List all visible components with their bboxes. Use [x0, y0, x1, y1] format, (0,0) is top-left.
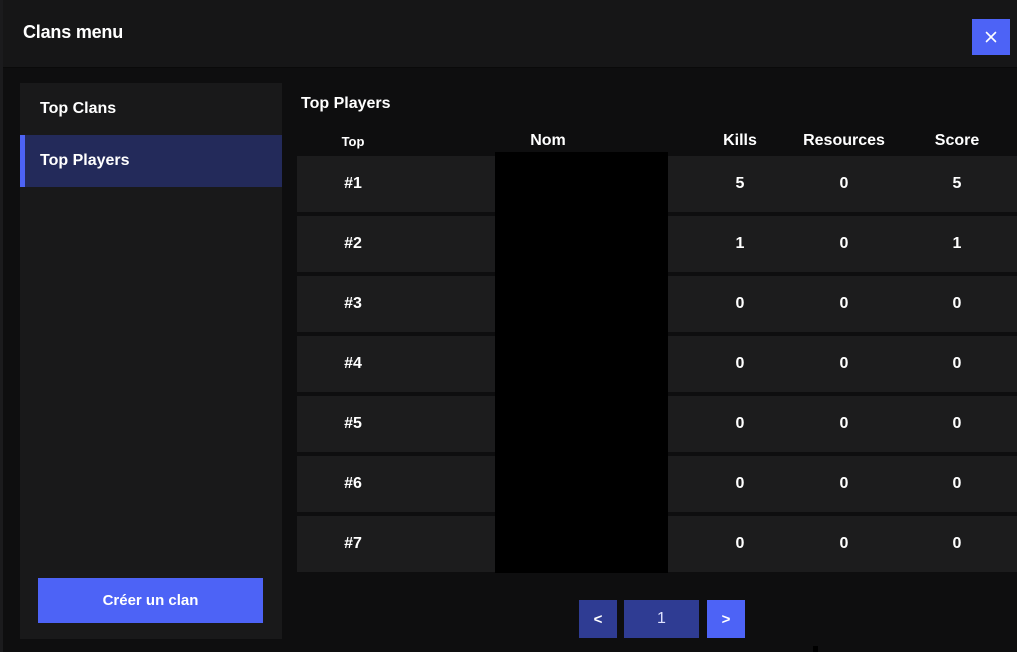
- next-page-button[interactable]: >: [707, 600, 745, 638]
- edge-mark: [813, 646, 818, 652]
- sidebar: Top Clans Top Players Créer un clan: [20, 83, 282, 639]
- window-title: Clans menu: [23, 22, 124, 42]
- row-resources: 0: [839, 475, 849, 492]
- player-name-column-redacted: [495, 152, 668, 573]
- row-background: [297, 456, 495, 512]
- row-kills: 0: [735, 535, 745, 552]
- row-kills: 5: [735, 175, 745, 192]
- previous-page-button[interactable]: <: [579, 600, 617, 638]
- row-background: [297, 396, 495, 452]
- row-resources: 0: [839, 235, 849, 252]
- row-score: 0: [952, 415, 962, 432]
- row-score: 0: [952, 295, 962, 312]
- sidebar-item-label: Top Clans: [40, 100, 117, 117]
- row-resources: 0: [839, 355, 849, 372]
- row-score: 5: [952, 175, 962, 192]
- close-icon: [985, 31, 997, 43]
- row-kills: 0: [735, 355, 745, 372]
- column-header-top: Top: [341, 134, 365, 149]
- create-clan-button[interactable]: Créer un clan: [38, 578, 263, 623]
- row-score: 0: [952, 475, 962, 492]
- row-score: 1: [952, 235, 962, 252]
- row-background: [297, 216, 495, 272]
- row-background: [297, 336, 495, 392]
- row-background: [297, 276, 495, 332]
- row-rank: #7: [344, 535, 362, 552]
- row-kills: 0: [735, 415, 745, 432]
- sidebar-item-label: Top Players: [40, 152, 130, 169]
- row-kills: 0: [735, 295, 745, 312]
- close-button[interactable]: [972, 19, 1010, 55]
- page-number-field[interactable]: 1: [624, 600, 699, 638]
- title-bar: Clans menu: [3, 0, 1017, 68]
- column-header-kills: Kills: [723, 132, 757, 149]
- row-kills: 0: [735, 475, 745, 492]
- sidebar-item-top-clans[interactable]: Top Clans: [20, 83, 282, 135]
- sidebar-item-top-players[interactable]: Top Players: [20, 135, 282, 187]
- row-resources: 0: [839, 535, 849, 552]
- column-header-resources: Resources: [803, 132, 885, 149]
- row-background: [297, 516, 495, 572]
- row-score: 0: [952, 355, 962, 372]
- row-resources: 0: [839, 295, 849, 312]
- row-rank: #2: [344, 235, 362, 252]
- clans-menu-window: Clans menu Top Clans Top Players Créer u…: [0, 0, 1017, 652]
- row-resources: 0: [839, 175, 849, 192]
- row-background: [297, 156, 495, 212]
- row-rank: #1: [344, 175, 362, 192]
- row-kills: 1: [735, 235, 745, 252]
- row-rank: #4: [344, 355, 362, 372]
- row-rank: #3: [344, 295, 362, 312]
- column-header-score: Score: [934, 132, 980, 149]
- row-rank: #5: [344, 415, 362, 432]
- row-score: 0: [952, 535, 962, 552]
- row-rank: #6: [344, 475, 362, 492]
- column-header-nom: Nom: [530, 132, 566, 149]
- row-resources: 0: [839, 415, 849, 432]
- section-title: Top Players: [301, 95, 391, 112]
